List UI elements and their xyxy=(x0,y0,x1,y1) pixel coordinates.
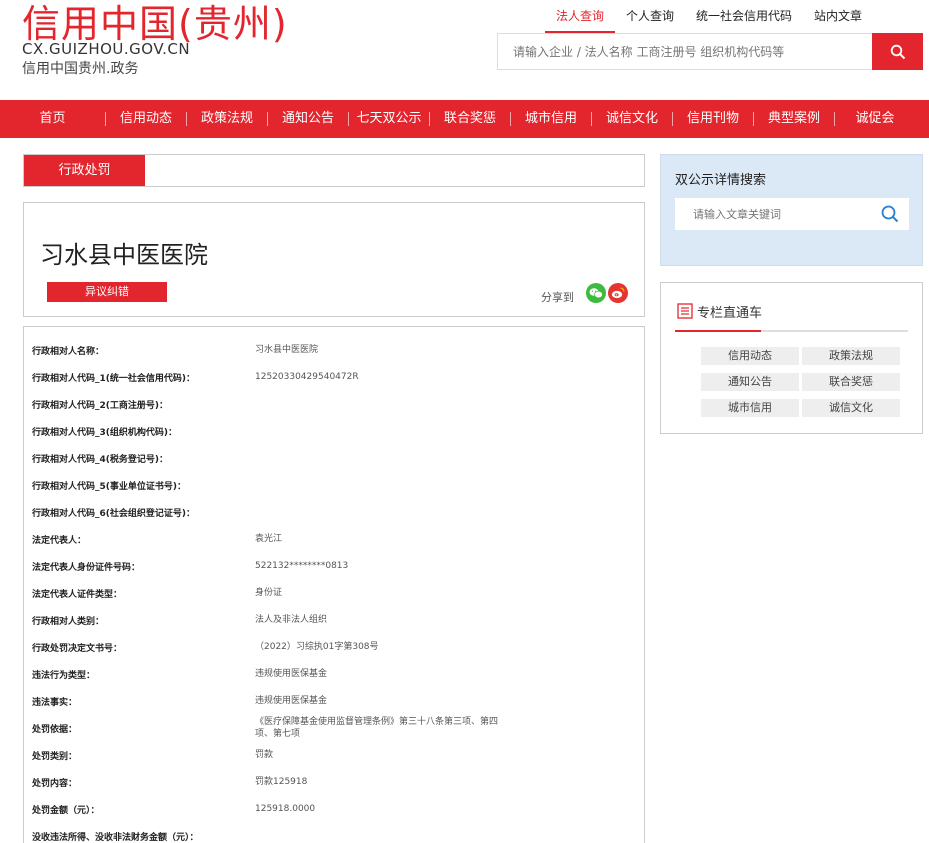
detail-label: 行政相对人代码_3(组织机构代码)： xyxy=(32,428,177,438)
detail-label: 行政相对人代码_6(社会组织登记证号)： xyxy=(32,509,195,519)
detail-label: 行政相对人类别： xyxy=(32,617,105,627)
tab-credit-code-query[interactable]: 统一社会信用代码 xyxy=(685,7,803,33)
detail-value: 12520330429540472R xyxy=(255,372,359,382)
detail-label: 法定代表人身份证件号码： xyxy=(32,563,141,573)
detail-label: 处罚金额（元）： xyxy=(32,806,100,816)
disclosure-search-title: 双公示详情搜索 xyxy=(675,173,767,188)
tab-personal-query[interactable]: 个人查询 xyxy=(615,7,685,33)
search-type-tabs: 法人查询 个人查询 统一社会信用代码 站内文章 xyxy=(545,7,873,33)
weibo-share-icon[interactable] xyxy=(608,283,628,303)
wechat-share-icon[interactable] xyxy=(586,283,606,303)
detail-label: 违法事实： xyxy=(32,698,78,708)
search-icon xyxy=(890,44,905,59)
shortcut-joint-rewards[interactable]: 联合奖惩 xyxy=(802,373,900,391)
dispute-correction-button[interactable]: 异议纠错 xyxy=(47,282,167,302)
detail-value: （2022）习综执01字第308号 xyxy=(255,642,379,652)
detail-label: 行政相对人代码_5(事业单位证书号)： xyxy=(32,482,186,492)
share-label: 分享到 xyxy=(541,291,574,304)
column-shortcuts-panel: 专栏直通车 信用动态 政策法规 通知公告 联合奖惩 城市信用 诚信文化 xyxy=(660,282,923,434)
nav-notices[interactable]: 通知公告 xyxy=(268,100,348,138)
detail-label: 行政相对人代码_2(工商注册号)： xyxy=(32,401,168,411)
column-shortcuts-title: 专栏直通车 xyxy=(697,306,763,321)
main-nav: 首页 信用动态 政策法规 通知公告 七天双公示 联合奖惩 城市信用 诚信文化 信… xyxy=(0,100,929,138)
shortcut-integrity-culture[interactable]: 诚信文化 xyxy=(802,399,900,417)
detail-value: 身份证 xyxy=(255,588,283,598)
detail-value: 违规使用医保基金 xyxy=(255,669,328,679)
tab-site-articles[interactable]: 站内文章 xyxy=(803,7,873,33)
section-tab-bar: 行政处罚 xyxy=(23,154,645,187)
nav-policies[interactable]: 政策法规 xyxy=(187,100,267,138)
nav-credit-publications[interactable]: 信用刊物 xyxy=(673,100,753,138)
detail-value: 罚款 xyxy=(255,750,274,760)
nav-joint-rewards[interactable]: 联合奖惩 xyxy=(430,100,510,138)
detail-value: 违规使用医保基金 xyxy=(255,696,328,706)
list-icon xyxy=(677,303,693,323)
detail-label: 法定代表人： xyxy=(32,536,87,546)
shortcut-credit-news[interactable]: 信用动态 xyxy=(701,347,799,365)
site-subtitle: 信用中国贵州.政务 xyxy=(22,61,139,77)
detail-label: 处罚依据： xyxy=(32,725,78,735)
nav-typical-cases[interactable]: 典型案例 xyxy=(754,100,834,138)
detail-value: 习水县中医医院 xyxy=(255,345,319,355)
header-search-input[interactable] xyxy=(498,34,873,69)
shortcut-notices[interactable]: 通知公告 xyxy=(701,373,799,391)
detail-label: 处罚类别： xyxy=(32,752,78,762)
detail-value: 法人及非法人组织 xyxy=(255,615,328,625)
penalty-details: 行政相对人名称： 习水县中医医院 行政相对人代码_1(统一社会信用代码)： 1252… xyxy=(23,326,645,843)
nav-credit-news[interactable]: 信用动态 xyxy=(106,100,186,138)
detail-value: 袁光江 xyxy=(255,534,283,544)
detail-label: 行政处罚决定文书号： xyxy=(32,644,123,654)
site-domain: CX.GUIZHOU.GOV.CN xyxy=(22,40,191,58)
header-search-button[interactable] xyxy=(872,33,923,70)
nav-home[interactable]: 首页 xyxy=(0,100,105,138)
detail-value: 罚款125918 xyxy=(255,777,308,787)
detail-label: 行政相对人代码_1(统一社会信用代码)： xyxy=(32,374,195,384)
shortcut-city-credit[interactable]: 城市信用 xyxy=(701,399,799,417)
detail-value: 522132********0813 xyxy=(255,561,349,571)
title-underline-accent xyxy=(675,330,761,332)
detail-label: 行政相对人名称： xyxy=(32,347,105,357)
detail-label: 没收违法所得、没收非法财务金额（元）： xyxy=(32,833,199,843)
nav-seven-day-disclosure[interactable]: 七天双公示 xyxy=(349,100,429,138)
tab-administrative-penalty[interactable]: 行政处罚 xyxy=(24,155,145,186)
detail-label: 违法行为类型： xyxy=(32,671,96,681)
organization-header: 习水县中医医院 异议纠错 分享到 xyxy=(23,202,645,317)
detail-label: 行政相对人代码_4(税务登记号)： xyxy=(32,455,168,465)
shortcut-policies[interactable]: 政策法规 xyxy=(802,347,900,365)
organization-name: 习水县中医医院 xyxy=(40,241,208,269)
detail-value: 125918.0000 xyxy=(255,804,316,814)
nav-integrity-association[interactable]: 诚促会 xyxy=(835,100,915,138)
disclosure-search-input[interactable] xyxy=(675,198,909,230)
detail-label: 法定代表人证件类型： xyxy=(32,590,123,600)
detail-value: 《医疗保障基金使用监督管理条例》第三十八条第三项、第四项、第七项 xyxy=(255,717,499,739)
nav-city-credit[interactable]: 城市信用 xyxy=(511,100,591,138)
nav-integrity-culture[interactable]: 诚信文化 xyxy=(592,100,672,138)
detail-label: 处罚内容： xyxy=(32,779,78,789)
header-search-box xyxy=(497,33,873,70)
disclosure-search-box xyxy=(675,198,909,230)
search-icon[interactable] xyxy=(881,205,899,227)
disclosure-search-panel: 双公示详情搜索 xyxy=(660,154,923,266)
tab-legal-person-query[interactable]: 法人查询 xyxy=(545,7,616,33)
